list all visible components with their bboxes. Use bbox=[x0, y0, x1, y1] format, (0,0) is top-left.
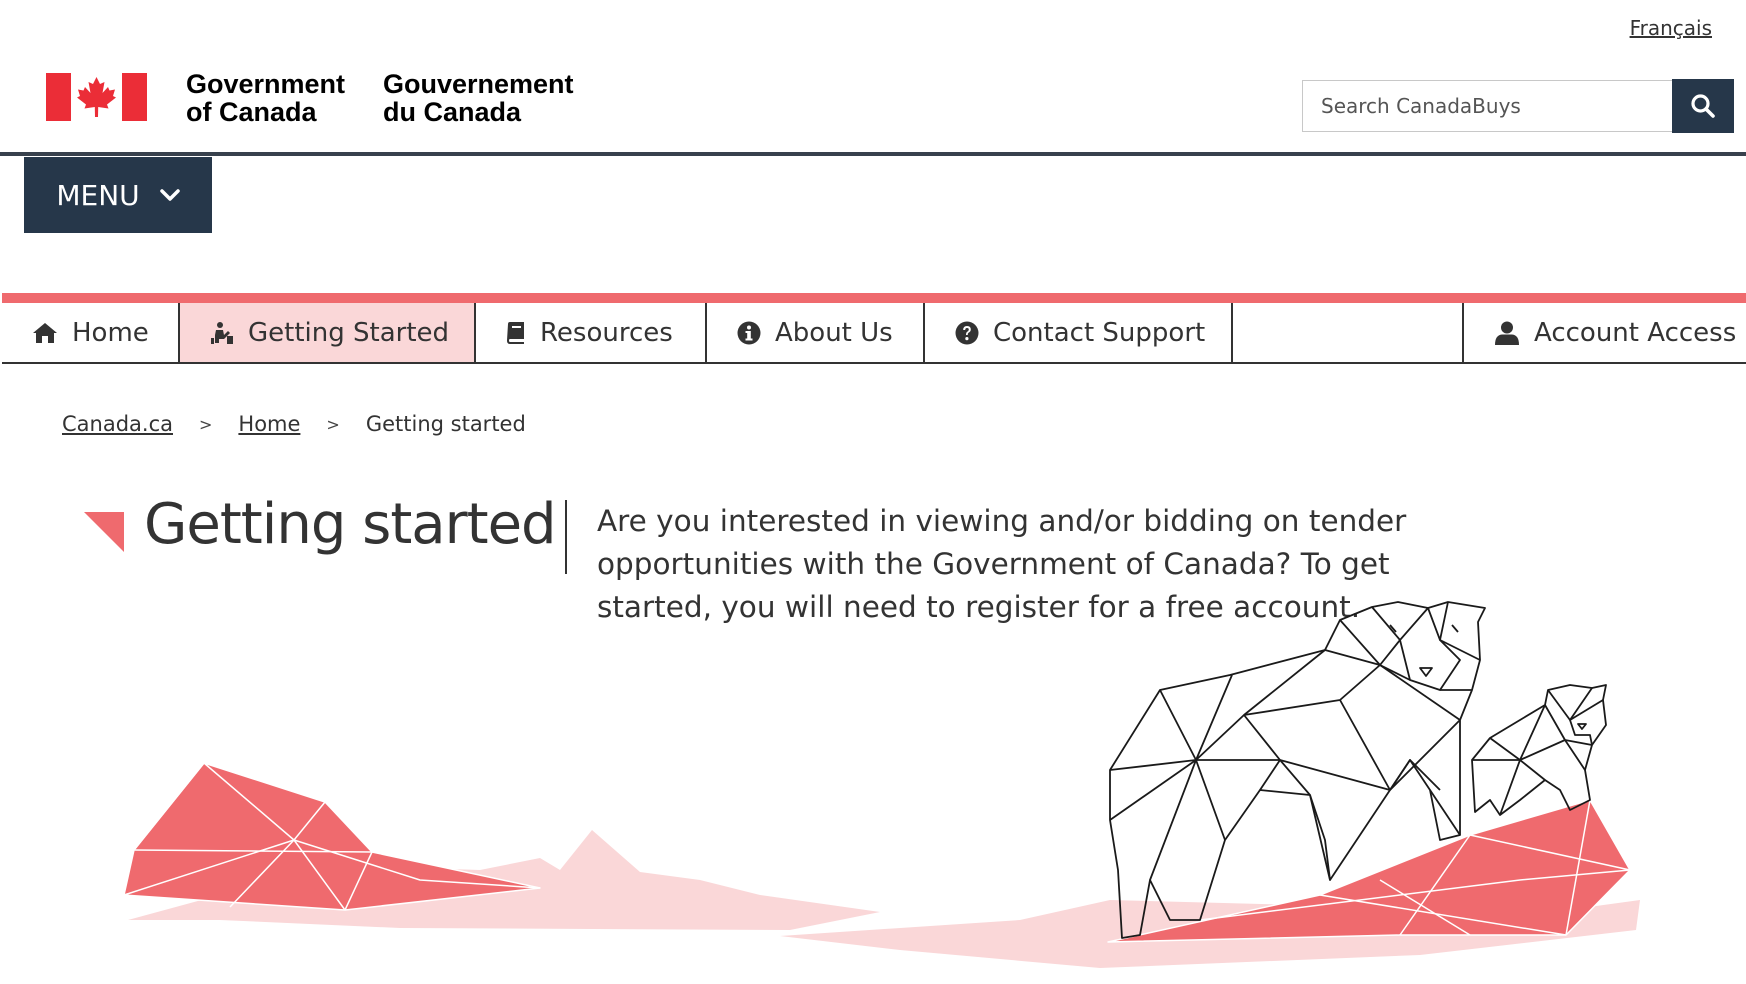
header-divider bbox=[0, 152, 1746, 156]
info-icon bbox=[737, 321, 761, 345]
breadcrumb: Canada.ca > Home > Getting started bbox=[62, 412, 526, 436]
nav-item-getting-started-label: Getting Started bbox=[248, 317, 450, 348]
nav-item-home[interactable]: Home bbox=[2, 303, 180, 362]
breadcrumb-current: Getting started bbox=[365, 412, 526, 436]
signature-french: Gouvernement du Canada bbox=[383, 70, 574, 126]
signature-english-line1: Government bbox=[186, 69, 346, 99]
language-toggle-link[interactable]: Français bbox=[1630, 16, 1712, 40]
nav-spacer bbox=[1233, 303, 1464, 362]
question-icon bbox=[955, 321, 979, 345]
search-input[interactable] bbox=[1302, 80, 1672, 132]
breadcrumb-separator: > bbox=[199, 414, 213, 434]
signature-english-line2: of Canada bbox=[186, 97, 317, 127]
nav-item-contact-support[interactable]: Contact Support bbox=[925, 303, 1233, 362]
menu-button[interactable]: MENU bbox=[24, 157, 212, 233]
search-button[interactable] bbox=[1672, 79, 1734, 133]
signature-english: Government of Canada bbox=[186, 70, 345, 126]
nav-item-getting-started[interactable]: Getting Started bbox=[180, 303, 476, 362]
canada-flag-icon bbox=[46, 73, 147, 121]
nav-item-resources[interactable]: Resources bbox=[476, 303, 707, 362]
breadcrumb-canada-link[interactable]: Canada.ca bbox=[62, 412, 173, 436]
main-nav: Home Getting Started Resources About Us … bbox=[2, 303, 1746, 364]
nav-item-account-access-label: Account Access bbox=[1534, 317, 1737, 348]
breadcrumb-home-link[interactable]: Home bbox=[238, 412, 300, 436]
nav-item-contact-support-label: Contact Support bbox=[993, 317, 1206, 348]
site-search bbox=[1302, 79, 1734, 133]
getting-started-icon bbox=[210, 321, 234, 345]
nav-item-about-us-label: About Us bbox=[775, 317, 893, 348]
title-accent-icon bbox=[84, 512, 124, 552]
signature-french-line2: du Canada bbox=[383, 97, 522, 127]
user-icon bbox=[1494, 321, 1520, 345]
nav-item-resources-label: Resources bbox=[540, 317, 673, 348]
home-icon bbox=[32, 322, 58, 344]
search-icon bbox=[1691, 94, 1715, 118]
nav-item-home-label: Home bbox=[72, 317, 149, 348]
nav-item-about-us[interactable]: About Us bbox=[707, 303, 925, 362]
page-title: Getting started bbox=[144, 492, 557, 557]
menu-label: MENU bbox=[56, 178, 140, 212]
nav-accent-bar bbox=[2, 293, 1746, 303]
canada-flag-logo[interactable] bbox=[46, 73, 147, 121]
nav-item-account-access[interactable]: Account Access bbox=[1464, 303, 1746, 362]
signature-french-line1: Gouvernement bbox=[383, 69, 574, 99]
chevron-down-icon bbox=[159, 189, 180, 201]
polar-bear-illustration bbox=[123, 601, 1640, 968]
hero-divider bbox=[565, 500, 567, 574]
book-icon bbox=[506, 321, 526, 344]
breadcrumb-separator: > bbox=[326, 414, 340, 434]
